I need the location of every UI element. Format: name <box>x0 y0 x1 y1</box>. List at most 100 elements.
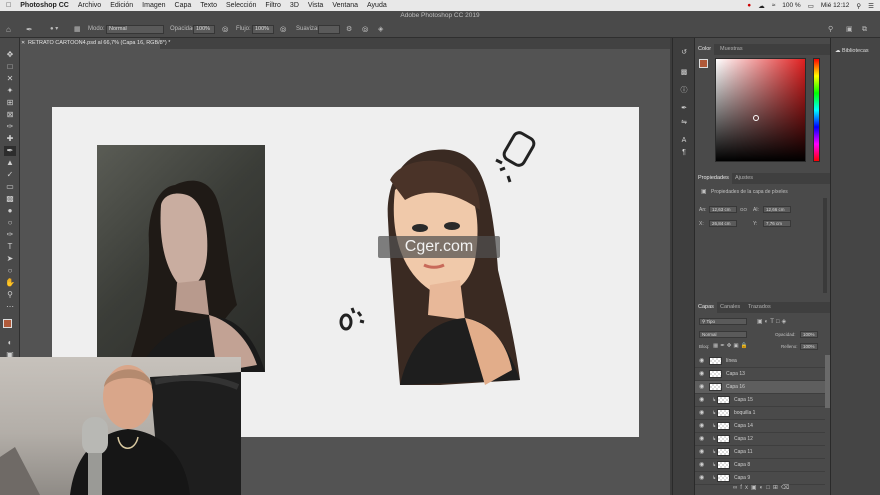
layer-row[interactable]: ◉ ↳ boquilla 1 <box>695 407 825 420</box>
lock-icons[interactable]: ▦✒✥▣🔒 <box>713 343 749 349</box>
paragraph-icon[interactable]: ¶ <box>678 148 690 158</box>
width-field[interactable]: 12,63 cm <box>709 206 737 213</box>
marquee-tool-icon[interactable]: □ <box>4 62 16 72</box>
record-icon[interactable]: ● <box>747 2 751 9</box>
eye-icon[interactable]: ◉ <box>699 433 704 445</box>
pressure-size-icon[interactable]: ⦾ <box>362 25 368 34</box>
pen-tool-icon[interactable]: ✑ <box>4 230 16 240</box>
zoom-tool-icon[interactable]: ⚲ <box>4 290 16 300</box>
dodge-tool-icon[interactable]: ○ <box>4 218 16 228</box>
menu-texto[interactable]: Texto <box>200 2 217 9</box>
brush-size-dropdown[interactable]: ● ▾ <box>50 25 58 34</box>
menu-archivo[interactable]: Archivo <box>78 2 101 9</box>
layer-filter-icons[interactable]: ▣◐T□◈ <box>757 318 788 325</box>
tab-color[interactable]: Color <box>695 44 715 55</box>
blur-tool-icon[interactable]: ● <box>4 206 16 216</box>
eyedropper-tool-icon[interactable]: ✑ <box>4 122 16 132</box>
battery-icon[interactable]: ▭ <box>808 2 814 10</box>
layer-thumbnail[interactable] <box>717 474 730 482</box>
tab-swatches[interactable]: Muestras <box>717 44 746 55</box>
layer-thumbnail[interactable] <box>709 370 722 378</box>
trash-icon[interactable]: ⌫ <box>781 485 792 491</box>
eye-icon[interactable]: ◉ <box>699 381 704 393</box>
new-layer-icon[interactable]: ⊞ <box>773 485 781 491</box>
brush-settings-icon[interactable]: ✒ <box>678 104 690 114</box>
share-icon[interactable]: ⧉ <box>862 25 867 34</box>
layer-thumbnail[interactable] <box>717 461 730 469</box>
search-icon[interactable]: ⚲ <box>828 25 833 34</box>
layer-filter-select[interactable]: ⚲ Tipo <box>699 318 747 325</box>
quick-mask-icon[interactable]: ◐ <box>4 338 16 348</box>
link-dimensions-button[interactable]: GO <box>740 207 747 212</box>
smooth-input[interactable] <box>318 25 340 34</box>
stamp-tool-icon[interactable]: ▲ <box>4 158 16 168</box>
airbrush-icon[interactable]: ⦾ <box>280 25 286 34</box>
workspace-icon[interactable]: ▣ <box>846 25 853 34</box>
eye-icon[interactable]: ◉ <box>699 420 704 432</box>
layer-thumbnail[interactable] <box>717 435 730 443</box>
menu-imagen[interactable]: Imagen <box>142 2 165 9</box>
adjustments-icon[interactable]: ⇋ <box>678 118 690 128</box>
menu-filtro[interactable]: Filtro <box>265 2 281 9</box>
brush-panel-icon[interactable]: ▦ <box>74 25 81 34</box>
eye-icon[interactable]: ◉ <box>699 407 704 419</box>
healing-tool-icon[interactable]: ✚ <box>4 134 16 144</box>
layer-blend-mode[interactable]: Normal <box>699 331 747 338</box>
layer-row[interactable]: ◉ Capa 13 <box>695 368 825 381</box>
clock-text[interactable]: Mié 12:12 <box>821 2 850 9</box>
layer-row[interactable]: ◉ ↳ Capa 8 <box>695 459 825 472</box>
brush-tool-icon[interactable]: ✒ <box>26 25 33 34</box>
opacity-input[interactable]: 100% <box>193 25 215 34</box>
layer-thumbnail[interactable] <box>709 357 722 365</box>
y-field[interactable]: 7,76 cm <box>763 220 791 227</box>
gradient-tool-icon[interactable]: ▩ <box>4 194 16 204</box>
eye-icon[interactable]: ◉ <box>699 459 704 471</box>
layer-thumbnail[interactable] <box>717 396 730 404</box>
gear-icon[interactable]: ⚙ <box>346 25 352 34</box>
mode-select[interactable]: Normal <box>106 25 164 34</box>
foreground-color-swatch[interactable] <box>3 319 12 328</box>
layer-opacity-input[interactable]: 100% <box>800 331 818 338</box>
cloud-icon[interactable]: ☁ <box>758 2 765 10</box>
info-icon[interactable]: ⓘ <box>678 86 690 96</box>
more-tools-icon[interactable]: ⋯ <box>4 302 16 312</box>
menu-3d[interactable]: 3D <box>290 2 299 9</box>
path-select-tool-icon[interactable]: ➤ <box>4 254 16 264</box>
layer-thumbnail[interactable] <box>709 383 722 391</box>
color-picker-handle[interactable] <box>753 115 759 121</box>
apple-icon[interactable]:  <box>6 2 11 9</box>
layer-thumbnail[interactable] <box>717 409 730 417</box>
type-tool-icon[interactable]: T <box>4 242 16 252</box>
tab-layers[interactable]: Capas <box>695 302 717 313</box>
menu-vista[interactable]: Vista <box>308 2 323 9</box>
tab-paths[interactable]: Trazados <box>745 302 774 313</box>
search-icon[interactable]: ⚲ <box>856 2 861 10</box>
libraries-button[interactable]: ☁ Bibliotecas <box>835 48 869 54</box>
fx-button[interactable]: fx <box>740 485 751 491</box>
history-icon[interactable]: ↺ <box>678 48 690 58</box>
layer-row[interactable]: ◉ ↳ Capa 14 <box>695 420 825 433</box>
tab-adjustments[interactable]: Ajustes <box>732 173 756 184</box>
layer-row[interactable]: ◉ Capa 16 <box>695 381 825 394</box>
close-icon[interactable]: ✕ <box>21 38 25 49</box>
properties-scrollbar[interactable] <box>823 198 827 293</box>
pressure-opacity-icon[interactable]: ⦾ <box>222 25 228 34</box>
lasso-tool-icon[interactable]: ✕ <box>4 74 16 84</box>
character-icon[interactable]: A <box>678 136 690 146</box>
hue-slider[interactable] <box>813 58 820 162</box>
eye-icon[interactable]: ◉ <box>699 368 704 380</box>
tab-channels[interactable]: Canales <box>717 302 743 313</box>
layer-row[interactable]: ◉ ↳ Capa 11 <box>695 446 825 459</box>
mask-icon[interactable]: ▣ <box>751 485 760 491</box>
eye-icon[interactable]: ◉ <box>699 394 704 406</box>
wifi-icon[interactable]: ≈ <box>772 2 776 9</box>
document-tab[interactable]: RETRATO CARTOON4.psd al 66,7% (Capa 16, … <box>20 38 170 49</box>
menu-seleccion[interactable]: Selección <box>226 2 256 9</box>
crop-tool-icon[interactable]: ⊞ <box>4 98 16 108</box>
symmetry-icon[interactable]: ◈ <box>378 25 383 34</box>
layer-row[interactable]: ◉ ↳ Capa 12 <box>695 433 825 446</box>
move-tool-icon[interactable]: ✥ <box>4 50 16 60</box>
hand-tool-icon[interactable]: ✋ <box>4 278 16 288</box>
color-foreground-swatch[interactable] <box>699 59 708 68</box>
menu-edicion[interactable]: Edición <box>110 2 133 9</box>
